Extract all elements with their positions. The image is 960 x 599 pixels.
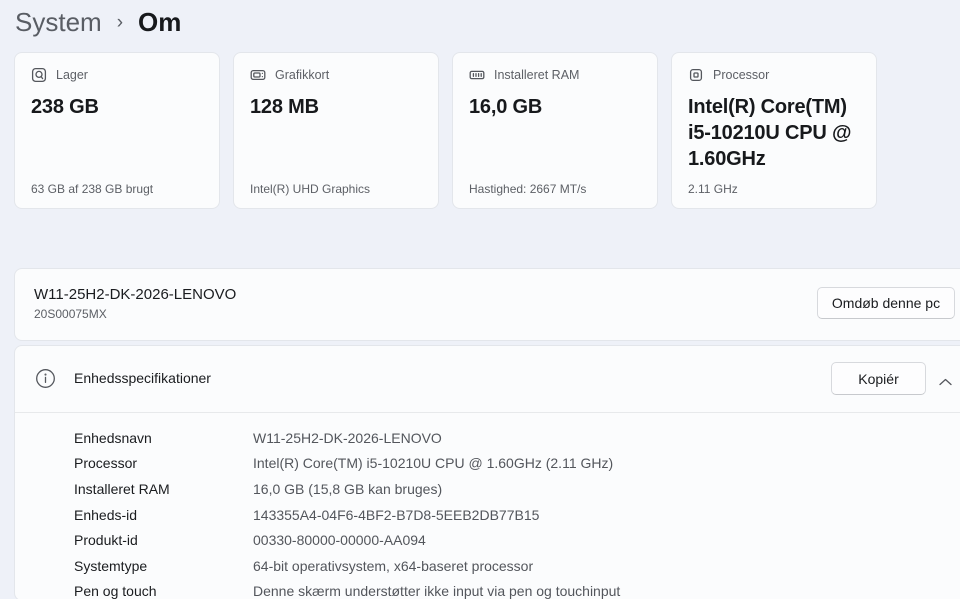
spec-value: 64-bit operativsystem, x64-baseret proce… bbox=[253, 557, 534, 574]
card-value: 238 GB bbox=[31, 96, 99, 118]
device-model: 20S00075MX bbox=[34, 307, 107, 321]
breadcrumb: System › Om bbox=[15, 5, 181, 39]
device-specs-header[interactable]: Enhedsspecifikationer Kopiér bbox=[15, 346, 960, 412]
device-name-panel: W11-25H2-DK-2026-LENOVO 20S00075MX Omdøb… bbox=[14, 268, 960, 341]
table-row: Processor Intel(R) Core(TM) i5-10210U CP… bbox=[15, 451, 960, 477]
spec-label: Enhedsnavn bbox=[74, 429, 152, 446]
spec-value: Intel(R) Core(TM) i5-10210U CPU @ 1.60GH… bbox=[253, 455, 614, 472]
device-specs-panel: Enhedsspecifikationer Kopiér Enhedsnavn … bbox=[14, 345, 960, 599]
ram-icon bbox=[469, 67, 485, 83]
card-footer: 2.11 GHz bbox=[688, 182, 738, 196]
card-footer: Hastighed: 2667 MT/s bbox=[469, 182, 587, 196]
table-row: Systemtype 64-bit operativsystem, x64-ba… bbox=[15, 553, 960, 579]
table-row: Pen og touch Denne skærm understøtter ik… bbox=[15, 579, 960, 599]
spec-value: Denne skærm understøtter ikke input via … bbox=[253, 583, 621, 599]
storage-icon bbox=[31, 67, 47, 83]
spec-label: Produkt-id bbox=[74, 532, 138, 549]
cpu-icon bbox=[688, 67, 704, 83]
card-processor-header: Processor bbox=[688, 67, 860, 83]
rename-pc-button[interactable]: Omdøb denne pc bbox=[817, 287, 955, 319]
page-title: Om bbox=[138, 7, 182, 37]
breadcrumb-system[interactable]: System bbox=[15, 6, 102, 38]
card-storage-header: Lager bbox=[31, 67, 203, 83]
section-title: Enhedsspecifikationer bbox=[74, 370, 211, 386]
spec-value: 00330-80000-00000-AA094 bbox=[253, 532, 426, 549]
card-title: Lager bbox=[56, 68, 88, 82]
table-row: Enheds-id 143355A4-04F6-4BF2-B7D8-5EEB2D… bbox=[15, 502, 960, 528]
card-value: Intel(R) Core(TM) i5-10210U CPU @ 1.60GH… bbox=[688, 96, 852, 170]
table-row: Produkt-id 00330-80000-00000-AA094 bbox=[15, 527, 960, 553]
chevron-right-icon: › bbox=[116, 12, 124, 33]
card-graphics: Grafikkort 128 MB Intel(R) UHD Graphics bbox=[233, 52, 439, 209]
table-row: Installeret RAM 16,0 GB (15,8 GB kan bru… bbox=[15, 476, 960, 502]
card-title: Processor bbox=[713, 68, 770, 82]
summary-cards: Lager 238 GB 63 GB af 238 GB brugt Grafi… bbox=[14, 52, 877, 209]
spec-label: Processor bbox=[74, 455, 138, 472]
card-value: 16,0 GB bbox=[469, 96, 543, 118]
specs-table: Enhedsnavn W11-25H2-DK-2026-LENOVO Proce… bbox=[15, 413, 960, 599]
card-storage: Lager 238 GB 63 GB af 238 GB brugt bbox=[14, 52, 220, 209]
spec-value: 16,0 GB (15,8 GB kan bruges) bbox=[253, 480, 443, 497]
spec-value: 143355A4-04F6-4BF2-B7D8-5EEB2DB77B15 bbox=[253, 506, 540, 523]
spec-label: Installeret RAM bbox=[74, 480, 170, 497]
settings-about-page: { "breadcrumb": { "parent": "System", "s… bbox=[0, 0, 960, 599]
card-footer: Intel(R) UHD Graphics bbox=[250, 182, 371, 196]
spec-label: Systemtype bbox=[74, 557, 148, 574]
spec-label: Pen og touch bbox=[74, 583, 157, 599]
spec-label: Enheds-id bbox=[74, 506, 138, 523]
spec-value: W11-25H2-DK-2026-LENOVO bbox=[253, 429, 442, 446]
card-graphics-header: Grafikkort bbox=[250, 67, 422, 83]
device-name: W11-25H2-DK-2026-LENOVO bbox=[34, 286, 237, 303]
card-footer: 63 GB af 238 GB brugt bbox=[31, 182, 154, 196]
gpu-icon bbox=[250, 67, 266, 83]
card-value: 128 MB bbox=[250, 96, 319, 118]
copy-button[interactable]: Kopiér bbox=[831, 362, 926, 395]
chevron-up-icon[interactable] bbox=[939, 373, 952, 391]
card-ram: Installeret RAM 16,0 GB Hastighed: 2667 … bbox=[452, 52, 658, 209]
table-row: Enhedsnavn W11-25H2-DK-2026-LENOVO bbox=[15, 425, 960, 451]
card-processor: Processor Intel(R) Core(TM) i5-10210U CP… bbox=[671, 52, 877, 209]
card-title: Installeret RAM bbox=[494, 68, 580, 82]
info-icon bbox=[35, 368, 56, 394]
card-title: Grafikkort bbox=[275, 68, 330, 82]
card-ram-header: Installeret RAM bbox=[469, 67, 641, 83]
